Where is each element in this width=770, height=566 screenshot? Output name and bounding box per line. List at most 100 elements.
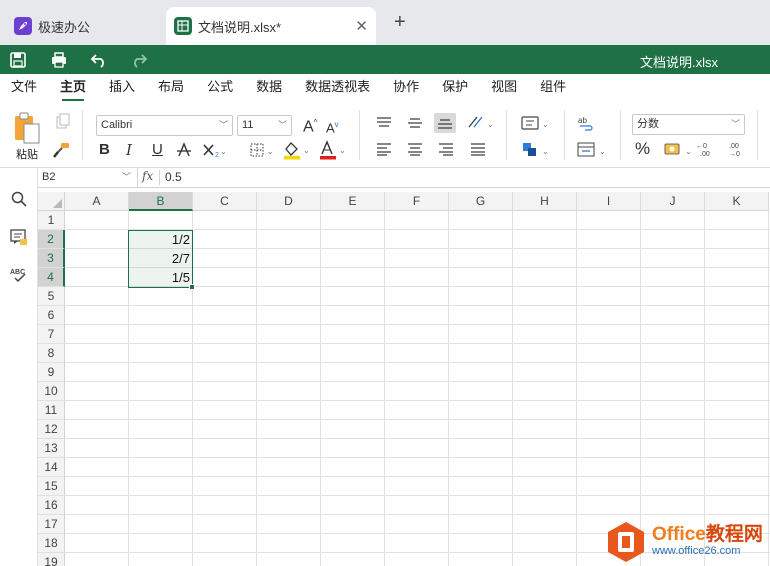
menu-layout[interactable]: 布局 [158, 74, 184, 102]
svg-text:⌄: ⌄ [487, 120, 494, 129]
function-icon[interactable]: fx [142, 169, 153, 183]
format-painter-icon[interactable] [53, 142, 71, 158]
row-header-13[interactable]: 13 [38, 439, 65, 458]
left-sidebar: ABC [0, 168, 38, 566]
row-header-17[interactable]: 17 [38, 515, 65, 534]
svg-text:.00: .00 [700, 151, 710, 158]
search-icon[interactable] [10, 190, 28, 208]
increase-font-button[interactable]: A^ [303, 115, 317, 135]
row-header-9[interactable]: 9 [38, 363, 65, 382]
column-header-e[interactable]: E [321, 192, 385, 211]
column-header-j[interactable]: J [641, 192, 705, 211]
align-left-icon[interactable] [376, 142, 392, 156]
borders-icon[interactable]: ⌄ [250, 142, 276, 158]
cell-b3[interactable]: 2/7 [128, 249, 193, 268]
decrease-font-button[interactable]: Av [326, 117, 339, 136]
menu-data[interactable]: 数据 [256, 74, 282, 102]
row-header-3[interactable]: 3 [38, 249, 65, 268]
menu-insert[interactable]: 插入 [109, 74, 135, 102]
column-header-b[interactable]: B [129, 192, 193, 211]
row-header-6[interactable]: 6 [38, 306, 65, 325]
row-header-16[interactable]: 16 [38, 496, 65, 515]
column-header-f[interactable]: F [385, 192, 449, 211]
italic-button[interactable]: I [126, 142, 132, 158]
column-header-a[interactable]: A [65, 192, 129, 211]
row-header-15[interactable]: 15 [38, 477, 65, 496]
align-bottom-button[interactable] [434, 113, 456, 133]
row-header-19[interactable]: 19 [38, 553, 65, 566]
align-right-icon[interactable] [438, 142, 454, 156]
formula-input[interactable]: 0.5 [165, 168, 182, 187]
column-header-g[interactable]: G [449, 192, 513, 211]
underline-button[interactable]: U [152, 142, 163, 158]
column-header-k[interactable]: K [705, 192, 769, 211]
name-box[interactable]: B2 ﹀ [38, 168, 138, 187]
print-icon[interactable] [50, 51, 68, 69]
row-header-14[interactable]: 14 [38, 458, 65, 477]
column-header-i[interactable]: I [577, 192, 641, 211]
align-center-icon[interactable] [407, 142, 423, 156]
comment-icon[interactable] [10, 228, 28, 246]
font-color-icon[interactable]: ⌄ [318, 140, 346, 160]
cell-b2[interactable]: 1/2 [128, 230, 193, 249]
cell-reference: B2 [42, 171, 56, 183]
percent-button[interactable]: % [635, 140, 650, 157]
paste-icon[interactable] [13, 112, 41, 144]
fill-color-icon[interactable]: ⌄ [282, 140, 310, 160]
column-header-h[interactable]: H [513, 192, 577, 211]
insert-cells-icon[interactable]: ⌄ [521, 115, 551, 131]
column-header-c[interactable]: C [193, 192, 257, 211]
menu-home[interactable]: 主页 [60, 74, 86, 102]
row-header-1[interactable]: 1 [38, 211, 65, 230]
column-header-d[interactable]: D [257, 192, 321, 211]
row-header-8[interactable]: 8 [38, 344, 65, 363]
merge-cells-icon[interactable]: ⌄ [577, 142, 609, 158]
select-all-corner[interactable] [38, 192, 65, 211]
svg-text:⌄: ⌄ [599, 147, 606, 156]
menu-collaborate[interactable]: 协作 [393, 74, 419, 102]
menu-pivot-table[interactable]: 数据透视表 [305, 74, 370, 102]
row-header-2[interactable]: 2 [38, 230, 65, 249]
align-middle-icon[interactable] [407, 116, 423, 130]
close-icon[interactable]: ✕ [355, 17, 368, 35]
row-header-5[interactable]: 5 [38, 287, 65, 306]
currency-format-icon[interactable]: ⌄ [664, 141, 694, 159]
menu-plugins[interactable]: 组件 [540, 74, 566, 102]
undo-icon[interactable] [90, 51, 108, 69]
menu-protect[interactable]: 保护 [442, 74, 468, 102]
new-tab-button[interactable]: + [394, 12, 406, 32]
save-icon[interactable] [9, 51, 27, 69]
tab-home[interactable]: 极速办公 [6, 7, 158, 45]
increase-decimal-icon[interactable]: .00→0 [727, 140, 747, 158]
row-header-4[interactable]: 4 [38, 268, 65, 287]
row-header-10[interactable]: 10 [38, 382, 65, 401]
cell-b4[interactable]: 1/5 [128, 268, 193, 287]
cell-style-icon[interactable]: ⌄ [521, 142, 551, 158]
spellcheck-icon[interactable]: ABC [10, 266, 28, 284]
row-header-18[interactable]: 18 [38, 534, 65, 553]
row-header-12[interactable]: 12 [38, 420, 65, 439]
strikethrough-icon[interactable] [176, 142, 192, 158]
font-size-select[interactable]: 11 ﹀ [237, 115, 292, 136]
align-top-icon[interactable] [376, 116, 392, 130]
menu-view[interactable]: 视图 [491, 74, 517, 102]
menu-file[interactable]: 文件 [11, 74, 37, 102]
tab-document[interactable]: 文档说明.xlsx* ✕ [166, 7, 376, 45]
wrap-text-icon[interactable]: ab [577, 114, 595, 132]
menu-formula[interactable]: 公式 [207, 74, 233, 102]
svg-text:⌄: ⌄ [542, 120, 549, 129]
text-orientation-icon[interactable]: ⌄ [466, 114, 496, 132]
justify-icon[interactable] [470, 142, 486, 156]
row-header-11[interactable]: 11 [38, 401, 65, 420]
redo-icon[interactable] [130, 51, 148, 69]
copy-icon[interactable] [55, 113, 71, 129]
decrease-decimal-icon[interactable]: ←0.00 [696, 140, 716, 158]
svg-text:2: 2 [215, 152, 219, 158]
font-name-select[interactable]: Calibri ﹀ [96, 115, 233, 136]
number-format-select[interactable]: 分数 ﹀ [632, 114, 745, 135]
row-header-7[interactable]: 7 [38, 325, 65, 344]
number-format-value: 分数 [637, 118, 659, 130]
bold-button[interactable]: B [99, 142, 110, 158]
subscript-icon[interactable]: 2 ⌄ [202, 142, 226, 158]
svg-text:⌄: ⌄ [685, 147, 692, 156]
